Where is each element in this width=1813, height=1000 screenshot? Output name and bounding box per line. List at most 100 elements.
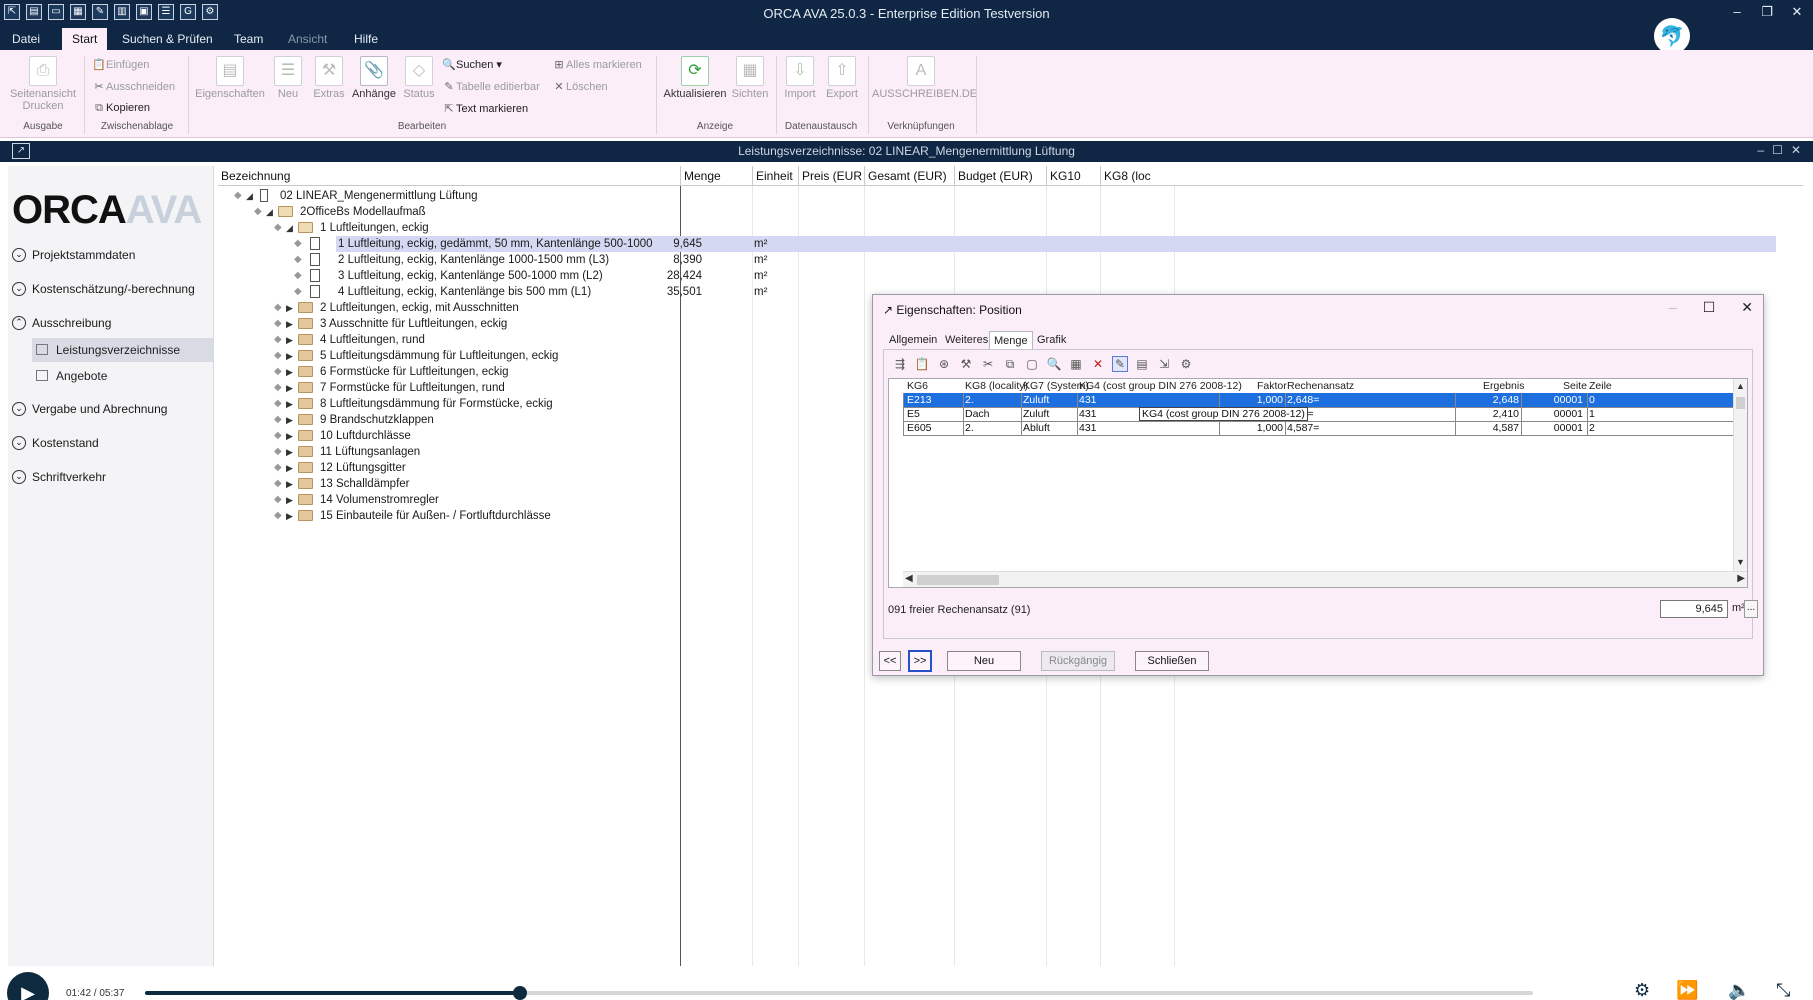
expanded-triangle-icon[interactable]: ◢	[286, 220, 293, 236]
grid-cell-ansatz[interactable]: 4,587=	[1287, 421, 1447, 435]
tree-row-root[interactable]: ◆ ◢ 02 LINEAR_Mengenermittlung Lüftung	[218, 188, 1803, 204]
ausschreiben-button[interactable]: A AUSSCHREIBEN.DE	[872, 56, 977, 100]
dialog-tab-grafik[interactable]: Grafik	[1033, 331, 1070, 349]
nav-schriftverkehr[interactable]: ⌄ Schriftverkehr	[12, 470, 106, 484]
dialog-close-button[interactable]: ✕	[1741, 299, 1753, 316]
scroll-thumb[interactable]	[917, 575, 999, 585]
doc-minimize-button[interactable]: –	[1757, 143, 1764, 157]
doc-maximize-button[interactable]: ☐	[1772, 143, 1783, 157]
grid-cell-faktor[interactable]: 1,000	[1223, 421, 1283, 435]
grid-cell-kg4[interactable]: 431	[1079, 407, 1139, 421]
alles-markieren-button[interactable]: ⊞ Alles markieren	[552, 58, 641, 71]
sichten-button[interactable]: ▦ Sichten	[730, 56, 770, 100]
expanded-triangle-icon[interactable]: ◢	[246, 188, 253, 204]
grid-cell-kg8[interactable]: Dach	[965, 407, 1019, 421]
scroll-right-icon[interactable]: ▶	[1737, 573, 1745, 584]
collapsed-triangle-icon[interactable]: ▶	[286, 396, 293, 412]
text-markieren-button[interactable]: ⇱ Text markieren	[442, 102, 528, 115]
collapsed-triangle-icon[interactable]: ▶	[286, 492, 293, 508]
col-einheit[interactable]: Einheit	[752, 166, 798, 186]
subnav-angebote[interactable]: Angebote	[32, 364, 214, 388]
tree-row-group[interactable]: ◆ ◢ 1 Luftleitungen, eckig	[218, 220, 1803, 236]
gear-icon[interactable]: ⚙	[1178, 357, 1194, 371]
grid-cell-zeile[interactable]: 0	[1589, 393, 1629, 407]
einfuegen-button[interactable]: 📋Einfügen	[92, 58, 149, 71]
tools-icon[interactable]: ⚒	[958, 357, 974, 371]
grid-cell-kg7[interactable]: Abluft	[1023, 421, 1075, 435]
suchen-button[interactable]: 🔍Suchen ▾	[442, 58, 502, 71]
expanded-triangle-icon[interactable]: ◢	[266, 204, 273, 220]
seitenansicht-drucken-button[interactable]: ⎙ Seitenansicht Drucken	[8, 56, 78, 112]
doc-close-button[interactable]: ✕	[1791, 143, 1801, 157]
grid-cell-kg7[interactable]: Zuluft	[1023, 407, 1075, 421]
collapsed-triangle-icon[interactable]: ▶	[286, 444, 293, 460]
dialog-maximize-button[interactable]: ☐	[1703, 299, 1716, 316]
grid-cell-kg6[interactable]: E213	[907, 393, 961, 407]
dialog-minimize-button[interactable]: –	[1669, 299, 1677, 316]
tab-ansicht[interactable]: Ansicht	[278, 28, 337, 50]
progress-track[interactable]	[145, 986, 1533, 1000]
collapsed-triangle-icon[interactable]: ▶	[286, 428, 293, 444]
tab-start[interactable]: Start	[62, 28, 108, 50]
collapsed-triangle-icon[interactable]: ▶	[286, 412, 293, 428]
neu-dialog-button[interactable]: Neu	[947, 651, 1021, 671]
grid-cell-kg4[interactable]: 431	[1079, 421, 1139, 435]
status-button[interactable]: ◇ Status	[400, 56, 438, 100]
template-icon[interactable]: ▤	[1134, 357, 1150, 371]
calculator-icon[interactable]: ⊛	[936, 357, 952, 371]
loeschen-button[interactable]: ✕ Löschen	[552, 80, 607, 93]
collapsed-triangle-icon[interactable]: ▶	[286, 316, 293, 332]
result-field[interactable]: 9,645	[1660, 600, 1728, 618]
collapsed-triangle-icon[interactable]: ▶	[286, 476, 293, 492]
tab-suchen-pruefen[interactable]: Suchen & Prüfen	[112, 28, 223, 50]
grid-cell-seite[interactable]: 00001	[1525, 421, 1583, 435]
delete-icon[interactable]: ✕	[1090, 357, 1106, 371]
minimize-button[interactable]: –	[1722, 4, 1752, 20]
ausschneiden-button[interactable]: ✂ Ausschneiden	[92, 80, 175, 93]
grid-cell-ansatz[interactable]: 2,648=	[1287, 393, 1447, 407]
grid-header-ergebnis[interactable]: Ergebnis	[1483, 379, 1524, 393]
grid-header-faktor[interactable]: Faktor	[1257, 379, 1287, 393]
grid-cell-ergebnis[interactable]: 2,410	[1459, 407, 1519, 421]
neu-button[interactable]: ☰ Neu	[270, 56, 306, 100]
result-more-button[interactable]: ...	[1744, 600, 1758, 618]
grid-cell-ergebnis[interactable]: 2,648	[1459, 393, 1519, 407]
col-kg8[interactable]: KG8 (loc	[1100, 166, 1174, 186]
collapsed-triangle-icon[interactable]: ▶	[286, 460, 293, 476]
anhaenge-button[interactable]: 📎 Anhänge	[350, 56, 398, 100]
grid-cell-faktor[interactable]: 1,000	[1223, 393, 1283, 407]
grid-header-zeile[interactable]: Zeile	[1589, 379, 1612, 393]
next-button[interactable]: >>	[908, 650, 932, 672]
grid-cell-kg6[interactable]: E605	[907, 421, 961, 435]
grid-header-kg6[interactable]: KG6	[907, 379, 928, 393]
clipboard-icon[interactable]: ▢	[1024, 357, 1040, 371]
collapsed-triangle-icon[interactable]: ▶	[286, 348, 293, 364]
previous-button[interactable]: <<	[879, 651, 901, 671]
tabelle-editierbar-button[interactable]: ✎ Tabelle editierbar	[442, 80, 539, 93]
grid-cell-ansatz[interactable]: 2,41=	[1287, 407, 1447, 421]
grid-cell-kg4[interactable]: 431	[1079, 393, 1139, 407]
copy-icon[interactable]: ⧉	[1002, 357, 1018, 372]
speed-icon[interactable]: ⏩	[1676, 980, 1698, 1000]
grid-cell-seite[interactable]: 00001	[1525, 393, 1583, 407]
scroll-down-icon[interactable]: ▼	[1736, 557, 1745, 567]
export-button[interactable]: ⇧ Export	[822, 56, 862, 100]
grid-cell-kg8[interactable]: 2.	[965, 421, 1019, 435]
horizontal-scrollbar[interactable]: ◀ ▶	[903, 571, 1747, 587]
grid-header-kg8[interactable]: KG8 (locality)	[965, 379, 1028, 393]
nav-vergabe-abrechnung[interactable]: ⌄ Vergabe und Abrechnung	[12, 402, 167, 416]
col-bezeichnung[interactable]: Bezeichnung	[218, 166, 680, 186]
table-row[interactable]: ◆ 2 Luftleitung, eckig, Kantenlänge 1000…	[218, 252, 1803, 268]
paste-icon[interactable]: 📋	[914, 357, 930, 371]
schliessen-button[interactable]: Schließen	[1135, 651, 1209, 671]
tree-row-level1[interactable]: ◆ ◢ 2OfficeBs Modellaufmaß	[218, 204, 1803, 220]
col-menge[interactable]: Menge	[680, 166, 752, 186]
collapsed-triangle-icon[interactable]: ▶	[286, 300, 293, 316]
import-button[interactable]: ⇩ Import	[780, 56, 820, 100]
table-row[interactable]: ◆ 3 Luftleitung, eckig, Kantenlänge 500-…	[218, 268, 1803, 284]
insert-row-icon[interactable]: ⇶	[892, 357, 908, 371]
dialog-tab-weiteres[interactable]: Weiteres	[941, 331, 992, 349]
table-row[interactable]: ◆ 1 Luftleitung, eckig, gedämmt, 50 mm, …	[218, 236, 1803, 252]
rueckgaengig-button[interactable]: Rückgängig	[1041, 651, 1115, 671]
export-icon[interactable]: ⇲	[1156, 357, 1172, 371]
